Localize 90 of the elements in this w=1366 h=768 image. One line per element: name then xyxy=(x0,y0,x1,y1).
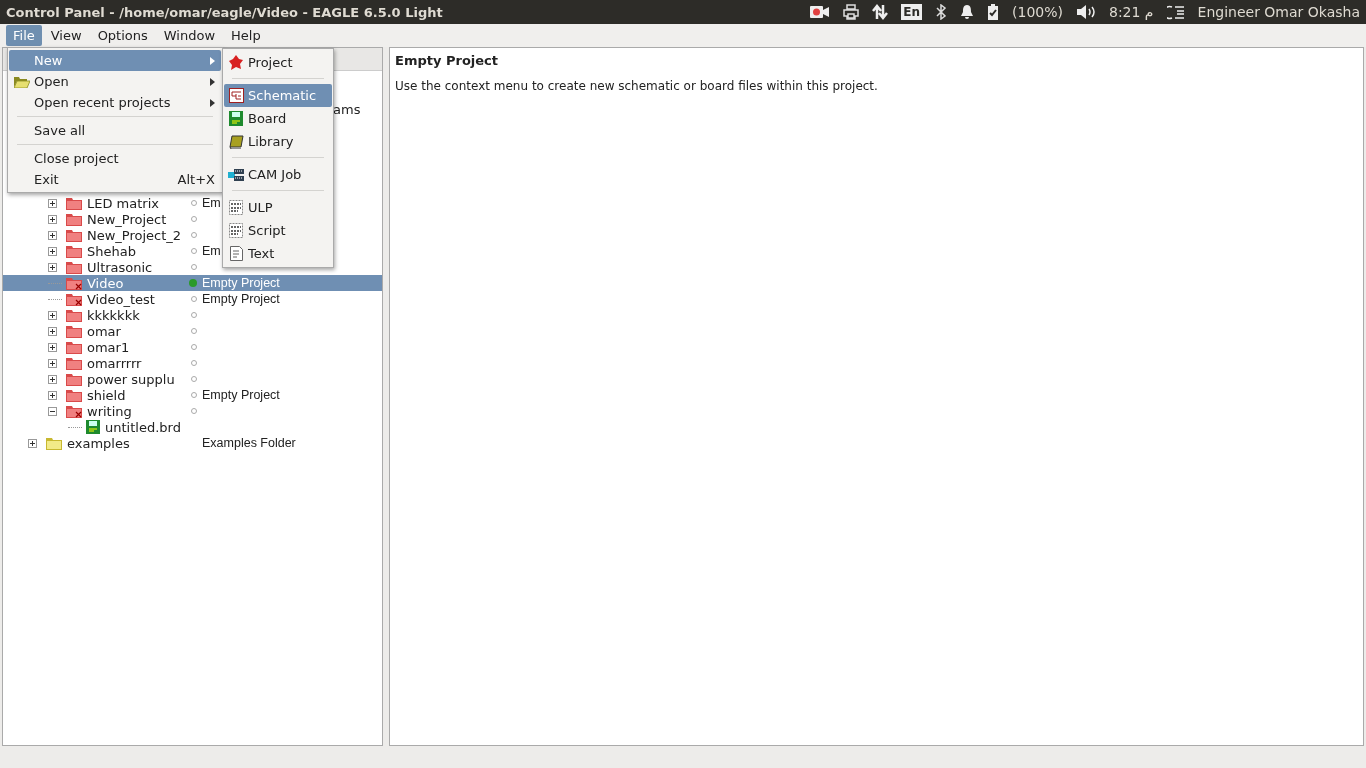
battery-percentage: (100%) xyxy=(1012,4,1063,20)
expander-icon[interactable] xyxy=(48,262,57,272)
tree-item-label[interactable]: writing xyxy=(87,403,132,419)
bell-icon[interactable] xyxy=(960,4,974,20)
menu-bar-item[interactable]: Help xyxy=(224,25,268,46)
code-file-icon xyxy=(229,200,243,215)
tree-item-label[interactable]: shield xyxy=(87,387,126,403)
circuit-board-icon xyxy=(86,420,100,434)
folder-icon xyxy=(66,340,82,354)
folder-open-icon xyxy=(13,75,30,88)
folder-icon xyxy=(66,356,82,370)
folder-icon xyxy=(66,308,82,322)
expander-icon[interactable] xyxy=(48,310,57,320)
tree-item-description: Empty Project xyxy=(202,276,280,290)
expander-icon[interactable] xyxy=(28,438,37,448)
user-name[interactable]: Engineer Omar Okasha xyxy=(1197,4,1360,20)
menu-item[interactable]: Close project xyxy=(9,148,221,169)
folder-icon xyxy=(66,212,82,226)
expander-icon[interactable] xyxy=(48,342,57,352)
tree-item-label[interactable]: omarrrrr xyxy=(87,355,142,371)
expander-icon[interactable] xyxy=(48,406,57,416)
menu-item[interactable]: Open xyxy=(9,71,221,92)
expander-icon[interactable] xyxy=(48,326,57,336)
battery-icon[interactable] xyxy=(987,4,999,20)
menu-item[interactable]: Text xyxy=(224,242,332,265)
folder-icon xyxy=(66,244,82,258)
menu-bar-item[interactable]: Options xyxy=(90,25,155,46)
tree-item-label[interactable]: New_Project xyxy=(87,211,167,227)
circuit-board-icon xyxy=(229,111,243,126)
tree-item-label[interactable]: LED matrix xyxy=(87,195,159,211)
folder-icon xyxy=(66,324,82,338)
menu-item[interactable]: Script xyxy=(224,219,332,242)
tree-item-label[interactable]: power supplu xyxy=(87,371,175,387)
folder-icon xyxy=(66,404,82,418)
folder-icon xyxy=(66,292,82,306)
tree-item-description: Em xyxy=(202,196,221,210)
expander-icon[interactable] xyxy=(48,358,57,368)
expander-icon[interactable] xyxy=(48,214,57,224)
text-file-icon xyxy=(229,246,243,261)
tree-item-description: Examples Folder xyxy=(202,436,296,450)
menu-item[interactable]: Exit Alt+X xyxy=(9,169,221,190)
expander-icon[interactable] xyxy=(48,230,57,240)
network-arrows-icon[interactable] xyxy=(872,4,889,20)
tree-item-label[interactable]: Video_test xyxy=(87,291,155,307)
expander-icon[interactable] xyxy=(48,198,57,208)
expander-icon[interactable] xyxy=(48,390,57,400)
tree-item-label[interactable]: omar1 xyxy=(87,339,130,355)
tree-item-description: Em xyxy=(202,244,221,258)
menu-bar-item[interactable]: Window xyxy=(156,25,223,46)
speaker-icon[interactable] xyxy=(1075,4,1096,20)
folder-icon xyxy=(66,196,82,210)
folder-icon xyxy=(66,372,82,386)
menu-item[interactable]: CAM Job xyxy=(224,163,332,186)
keyboard-layout[interactable]: En xyxy=(901,4,922,20)
expander-icon[interactable] xyxy=(48,246,57,256)
book-icon xyxy=(228,134,244,149)
detail-title: Empty Project xyxy=(395,53,499,68)
tree-item-description: Empty Project xyxy=(202,292,280,306)
tree-item-label[interactable]: New_Project_2 xyxy=(87,227,182,243)
tree-item-description: Empty Project xyxy=(202,388,280,402)
bluetooth-icon[interactable] xyxy=(935,4,947,20)
tree-item-label[interactable]: omar xyxy=(87,323,121,339)
printer-icon[interactable] xyxy=(843,4,860,20)
shortcut-label: Alt+X xyxy=(177,172,215,187)
window-title: Control Panel - /home/omar/eagle/Video - EAGLE 6.5.0 Light xyxy=(6,4,443,20)
menu-item[interactable]: Board xyxy=(224,107,332,130)
tree-item-label[interactable]: untitled.brd xyxy=(105,419,181,435)
tree-item-label[interactable]: examples xyxy=(67,435,130,451)
detail-description: Use the context menu to create new schematic or board files within this project. xyxy=(395,79,879,93)
tree-item-label[interactable]: Shehab xyxy=(87,243,136,259)
clock[interactable]: م 8:21 xyxy=(1108,4,1154,20)
folder-icon xyxy=(46,436,62,450)
tree-item-label[interactable]: kkkkkkk xyxy=(87,307,140,323)
menu-item[interactable]: Save all xyxy=(9,120,221,141)
folder-icon xyxy=(66,228,82,242)
code-file-icon xyxy=(229,223,243,238)
menu-item[interactable]: ULP xyxy=(224,196,332,219)
schematic-icon xyxy=(228,88,244,103)
folder-icon xyxy=(66,260,82,274)
menu-item[interactable]: Open recent projects xyxy=(9,92,221,113)
menu-bar-item[interactable]: View xyxy=(43,25,89,46)
menu-item[interactable]: Library xyxy=(224,130,332,153)
folder-icon xyxy=(66,388,82,402)
leaf-icon xyxy=(229,54,243,71)
tree-item-label[interactable]: Ultrasonic xyxy=(87,259,153,275)
menu-item[interactable]: Project xyxy=(224,51,332,74)
expander-icon[interactable] xyxy=(48,374,57,384)
tree-text-fragment: ams xyxy=(333,102,361,117)
film-strip-icon xyxy=(228,167,244,182)
camera-icon[interactable] xyxy=(810,5,831,19)
